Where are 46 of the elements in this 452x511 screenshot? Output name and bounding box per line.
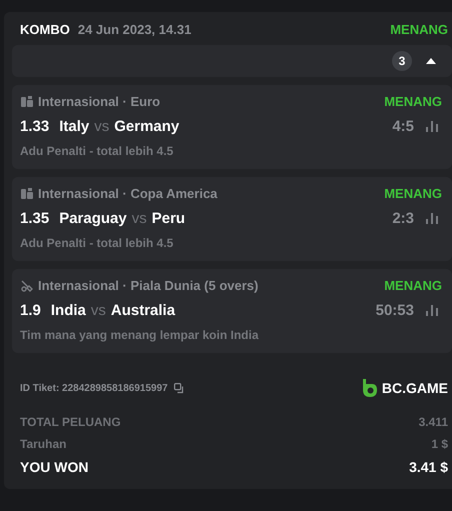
selections-bar[interactable]: 3 <box>12 45 452 77</box>
league-label: Internasional · Piala Dunia (5 overs) <box>38 278 258 293</box>
total-value: 3.41 $ <box>409 459 448 475</box>
total-value: 3.411 <box>418 415 448 429</box>
stats-icon[interactable] <box>426 213 438 224</box>
match-score: 4:5 <box>392 118 414 135</box>
bet-market: Adu Penalti - total lebih 4.5 <box>20 144 174 158</box>
stats-icon[interactable] <box>426 121 438 132</box>
tournament-logo-icon <box>20 94 34 108</box>
brand-name: BC.GAME <box>382 380 448 396</box>
team-name: Italy <box>59 118 90 135</box>
ticket-status: MENANG <box>390 22 448 37</box>
match-score: 50:53 <box>376 302 414 319</box>
team-name: Paraguay <box>59 210 127 227</box>
bet-odds: 1.35 <box>20 210 50 227</box>
bet-type: KOMBO <box>20 22 70 37</box>
bet-status: MENANG <box>384 94 442 109</box>
versus-label: vs <box>90 302 106 319</box>
cricket-icon <box>20 278 34 292</box>
bet-odds: 1.33 <box>20 118 50 135</box>
team-name: India <box>50 302 86 319</box>
tournament-logo-icon <box>20 186 34 200</box>
league-label: Internasional · Euro <box>38 94 160 109</box>
league-label: Internasional · Copa America <box>38 186 218 201</box>
team-name: Germany <box>114 118 180 135</box>
total-label: TOTAL PELUANG <box>20 415 121 429</box>
match-score: 2:3 <box>392 210 414 227</box>
total-label: YOU WON <box>20 459 88 475</box>
bet-odds: 1.9 <box>20 302 41 319</box>
bet-market: Tim mana yang menang lempar koin India <box>20 328 260 342</box>
bet-date: 24 Jun 2023, 14.31 <box>78 22 192 37</box>
team-name: Australia <box>110 302 176 319</box>
bet-status: MENANG <box>384 186 442 201</box>
selection-count: 3 <box>392 51 412 71</box>
team-name: Peru <box>152 210 186 227</box>
copy-icon[interactable] <box>174 382 185 394</box>
brand-logo-icon <box>362 379 377 397</box>
bet-status: MENANG <box>384 278 442 293</box>
ticket-id: ID Tiket: 2284289858186915997 <box>20 382 168 394</box>
versus-label: vs <box>94 118 110 135</box>
versus-label: vs <box>132 210 147 227</box>
total-value: 1 $ <box>431 437 448 451</box>
total-label: Taruhan <box>20 437 66 451</box>
stats-icon[interactable] <box>426 305 438 316</box>
bet-market: Adu Penalti - total lebih 4.5 <box>20 236 174 250</box>
caret-icon <box>426 58 436 64</box>
